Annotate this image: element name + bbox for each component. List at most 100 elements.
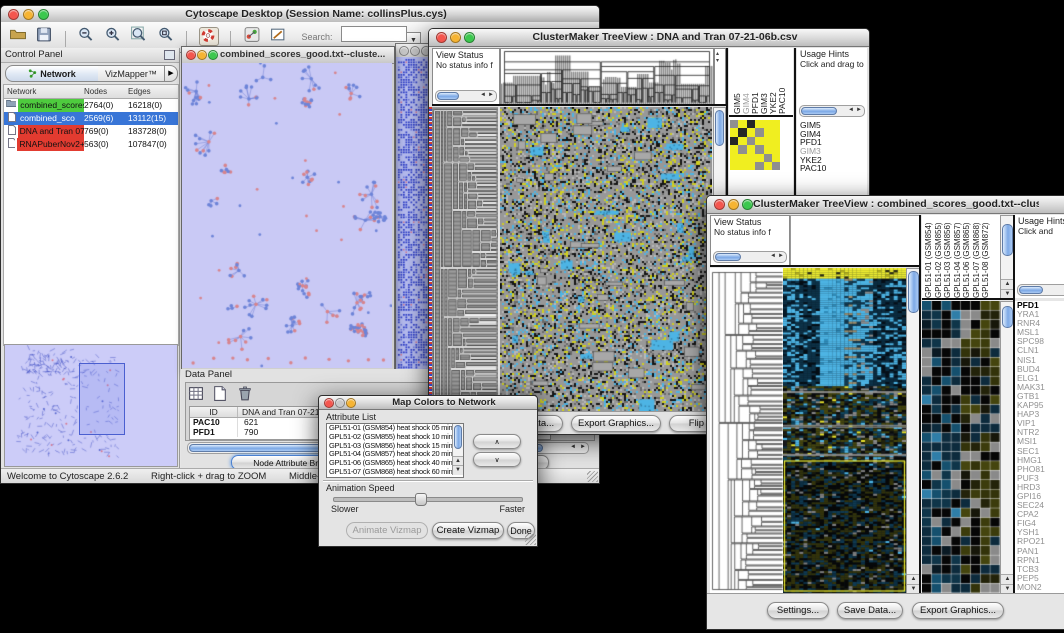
matrix-cell[interactable] — [764, 162, 772, 170]
matrix-cell[interactable] — [755, 162, 763, 170]
dialog-minimize-button[interactable] — [335, 398, 345, 408]
frame1-close-button[interactable] — [186, 50, 196, 60]
network-list-item[interactable]: combined_sco2569(6)13112(15) — [4, 112, 178, 125]
network-list-item[interactable]: RNAPuberNov2+I563(0)107847(0) — [4, 138, 178, 151]
tv1-usage-hscrollbar[interactable]: ◄ ► — [799, 105, 865, 117]
matrix-cell[interactable] — [772, 137, 780, 145]
frame2-minimize-button[interactable] — [410, 46, 420, 56]
tv2-export-graphics-button[interactable]: Export Graphics... — [912, 602, 1004, 619]
attribute-grid-icon[interactable] — [187, 385, 205, 402]
scroll-left-icon[interactable]: ◄ — [848, 106, 854, 115]
matrix-cell[interactable] — [772, 154, 780, 162]
gene-list-item[interactable]: MON2 — [1015, 583, 1064, 592]
tv1-heatmap[interactable] — [500, 107, 712, 411]
zoom-fit-icon[interactable] — [130, 26, 148, 43]
zoom-selected-icon[interactable] — [157, 26, 175, 43]
data-col-id[interactable]: ID — [190, 407, 238, 417]
frame1-minimize-button[interactable] — [197, 50, 207, 60]
save-icon[interactable] — [35, 26, 53, 43]
matrix-cell[interactable] — [730, 128, 738, 136]
network1-canvas[interactable] — [182, 63, 392, 368]
scroll-down-icon[interactable]: ▼ — [453, 465, 463, 475]
matrix-cell[interactable] — [755, 145, 763, 153]
col-header-edges[interactable]: Edges — [128, 85, 182, 98]
dialog-zoom-button[interactable] — [346, 398, 356, 408]
matrix-cell[interactable] — [738, 154, 746, 162]
search-input[interactable] — [341, 26, 407, 42]
tab-overflow-button[interactable]: ▶ — [165, 65, 178, 82]
tv1-minimize-button[interactable] — [450, 32, 461, 43]
attribute-list-item[interactable]: GPL51-07 (GSM868) heat shock 60 min — [327, 468, 453, 477]
tab-network[interactable]: Network — [5, 65, 99, 82]
node-attributes-icon[interactable] — [243, 26, 261, 43]
zoom-out-icon[interactable] — [77, 26, 95, 43]
matrix-cell[interactable] — [738, 162, 746, 170]
frame1-zoom-button[interactable] — [208, 50, 218, 60]
matrix-cell[interactable] — [747, 128, 755, 136]
tv2-close-button[interactable] — [714, 199, 725, 210]
tv1-status-hscrollbar[interactable]: ◄ ► — [435, 90, 497, 102]
tv2-save-data-button[interactable]: Save Data... — [837, 602, 903, 619]
scroll-right-icon[interactable]: ► — [778, 252, 784, 261]
scroll-right-icon[interactable]: ► — [580, 443, 586, 452]
tv2-heatmap[interactable] — [783, 268, 906, 593]
scroll-right-icon[interactable]: ► — [856, 106, 862, 115]
matrix-cell[interactable] — [755, 120, 763, 128]
matrix-cell[interactable] — [772, 145, 780, 153]
tv2-detail-heatmap[interactable] — [922, 301, 1000, 593]
minimize-button[interactable] — [23, 9, 34, 20]
matrix-cell[interactable] — [730, 154, 738, 162]
frame2-close-button[interactable] — [399, 46, 409, 56]
tv1-export-graphics-button[interactable]: Export Graphics... — [571, 415, 661, 432]
matrix-cell[interactable] — [730, 137, 738, 145]
matrix-cell[interactable] — [747, 162, 755, 170]
matrix-cell[interactable] — [747, 120, 755, 128]
network-list-item[interactable]: combined_scores2764(0)16218(0) — [4, 99, 178, 112]
col-header-network[interactable]: Network — [4, 85, 84, 98]
tv1-vscroll-thumb[interactable] — [715, 110, 724, 146]
delete-attribute-icon[interactable] — [236, 385, 254, 402]
dialog-resize-grip[interactable] — [525, 534, 536, 545]
matrix-cell[interactable] — [755, 137, 763, 145]
tv1-title-bar[interactable]: ClusterMaker TreeView : DNA and Tran 07-… — [429, 29, 869, 47]
tv2-settings-button[interactable]: Settings... — [767, 602, 829, 619]
matrix-cell[interactable] — [747, 145, 755, 153]
matrix-cell[interactable] — [730, 120, 738, 128]
tab-vizmapper[interactable]: VizMapper™ — [98, 65, 165, 82]
dialog-title-bar[interactable]: Map Colors to Network — [319, 396, 537, 410]
main-title-bar[interactable]: Cytoscape Desktop (Session Name: collins… — [1, 6, 599, 23]
tv2-usage-hscrollbar[interactable] — [1017, 284, 1064, 296]
network-list-item[interactable]: DNA and Tran 07769(0)183728(0) — [4, 125, 178, 138]
attribute-list[interactable]: GPL51-01 (GSM854) heat shock 05 minGPL51… — [326, 423, 464, 478]
tv1-column-dendrogram[interactable] — [500, 48, 714, 105]
close-button[interactable] — [8, 9, 19, 20]
dialog-close-button[interactable] — [324, 398, 334, 408]
matrix-cell[interactable] — [772, 162, 780, 170]
matrix-cell[interactable] — [738, 128, 746, 136]
main-resize-grip[interactable] — [587, 471, 598, 482]
create-vizmap-button[interactable]: Create Vizmap — [432, 522, 504, 539]
matrix-cell[interactable] — [730, 162, 738, 170]
tv1-row-dendrogram[interactable] — [432, 107, 498, 411]
matrix-cell[interactable] — [764, 120, 772, 128]
matrix-cell[interactable] — [764, 137, 772, 145]
move-attribute-up-button[interactable]: ∧ — [473, 434, 521, 449]
annotation-icon[interactable] — [269, 26, 287, 43]
matrix-cell[interactable] — [764, 128, 772, 136]
matrix-cell[interactable] — [738, 137, 746, 145]
scroll-left-icon[interactable]: ◄ — [770, 252, 776, 261]
matrix-cell[interactable] — [738, 120, 746, 128]
speed-slider-track[interactable] — [333, 497, 523, 502]
col-header-nodes[interactable]: Nodes — [84, 85, 128, 98]
tv2-status-hscrollbar[interactable]: ◄ ► — [713, 251, 787, 263]
float-panel-icon[interactable] — [164, 50, 175, 60]
matrix-cell[interactable] — [764, 145, 772, 153]
matrix-cell[interactable] — [755, 128, 763, 136]
matrix-cell[interactable] — [747, 154, 755, 162]
matrix-cell[interactable] — [772, 128, 780, 136]
zoom-in-icon[interactable] — [104, 26, 122, 43]
tv2-vscroll-thumb[interactable] — [908, 271, 919, 313]
scroll-left-icon[interactable]: ◄ — [570, 443, 576, 452]
speed-slider-thumb[interactable] — [415, 493, 427, 506]
matrix-cell[interactable] — [764, 154, 772, 162]
